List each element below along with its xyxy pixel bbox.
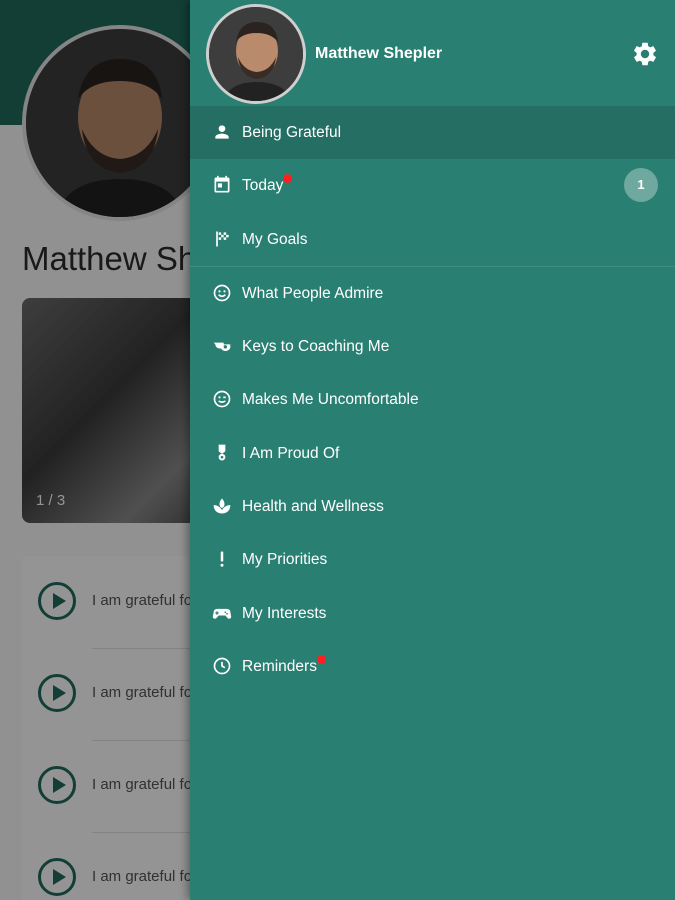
whistle-icon xyxy=(213,342,231,352)
calendar-icon xyxy=(214,176,230,193)
menu-item-label: Being Grateful xyxy=(242,124,342,141)
menu-item-health-and-wellness[interactable]: Health and Wellness xyxy=(190,480,675,533)
menu-item-label: My Priorities xyxy=(242,551,328,569)
menu-item-my-interests[interactable]: My Interests xyxy=(190,587,675,640)
drawer-menu: Being Grateful Today 1 My Goals What Peo… xyxy=(190,106,675,693)
menu-item-makes-me-uncomfortable[interactable]: Makes Me Uncomfortable xyxy=(190,373,675,426)
menu-item-label: What People Admire xyxy=(242,284,384,302)
menu-item-keys-to-coaching-me[interactable]: Keys to Coaching Me xyxy=(190,320,675,373)
medal-icon xyxy=(218,444,226,461)
menu-item-label: My Interests xyxy=(242,604,327,622)
menu-item-my-goals[interactable]: My Goals xyxy=(190,213,675,266)
menu-item-label: Makes Me Uncomfortable xyxy=(242,391,419,409)
spa-icon xyxy=(213,498,231,514)
exclamation-icon xyxy=(220,551,224,568)
menu-item-what-people-admire[interactable]: What People Admire xyxy=(190,267,675,320)
notification-dot xyxy=(283,174,293,184)
checkered-flag-icon xyxy=(216,231,229,247)
menu-item-label: Keys to Coaching Me xyxy=(242,338,390,356)
menu-item-i-am-proud-of[interactable]: I Am Proud Of xyxy=(190,427,675,480)
gamepad-icon xyxy=(212,608,232,619)
person-icon xyxy=(215,125,229,139)
clock-icon xyxy=(213,657,231,675)
menu-item-label: I Am Proud Of xyxy=(242,444,340,462)
gear-icon xyxy=(634,42,656,66)
drawer-avatar[interactable] xyxy=(206,4,306,104)
count-badge: 1 xyxy=(624,168,658,203)
menu-item-label: My Goals xyxy=(242,230,308,248)
settings-button[interactable] xyxy=(631,40,659,68)
menu-item-today[interactable]: Today 1 xyxy=(190,159,675,212)
navigation-drawer: Matthew Shepler Being Grateful Today 1 M… xyxy=(190,0,675,900)
menu-item-being-grateful[interactable]: Being Grateful xyxy=(190,106,675,160)
smiley-icon xyxy=(213,284,231,302)
wink-face-icon xyxy=(213,391,231,408)
menu-item-reminders[interactable]: Reminders xyxy=(190,640,675,693)
drawer-header: Matthew Shepler xyxy=(190,0,675,106)
menu-item-label: Health and Wellness xyxy=(242,498,384,516)
menu-item-my-priorities[interactable]: My Priorities xyxy=(190,533,675,586)
notification-dot xyxy=(316,654,326,664)
menu-item-label: Today xyxy=(242,177,284,195)
drawer-user-name: Matthew Shepler xyxy=(315,45,443,62)
menu-item-label: Reminders xyxy=(242,657,317,675)
